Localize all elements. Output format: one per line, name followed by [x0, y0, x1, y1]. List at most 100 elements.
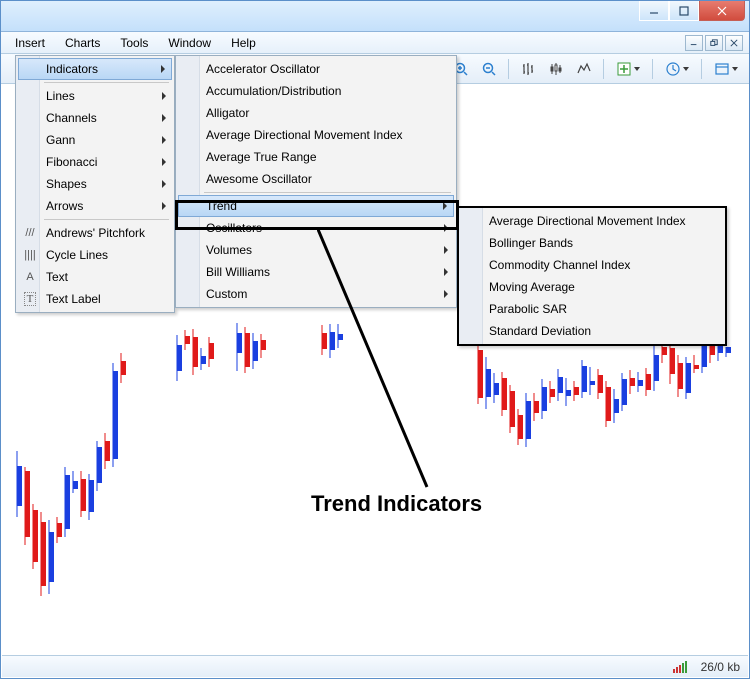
andrews-pitchfork-icon: /// — [22, 225, 38, 241]
menu-item-standard-deviation[interactable]: Standard Deviation — [461, 320, 723, 342]
chevron-down-icon — [683, 67, 689, 71]
menu-item-lines[interactable]: Lines — [18, 85, 172, 107]
menu-label: Trend — [206, 199, 237, 213]
menu-item-accumulation-distribution[interactable]: Accumulation/Distribution — [178, 80, 454, 102]
menu-item-indicators[interactable]: Indicators — [18, 58, 172, 80]
chevron-down-icon — [732, 67, 738, 71]
menu-label: Text — [46, 270, 68, 284]
menu-label: Parabolic SAR — [489, 302, 567, 316]
menu-label: Accumulation/Distribution — [206, 84, 341, 98]
zoom-out-button[interactable] — [477, 58, 501, 80]
menu-item-text-label[interactable]: TText Label — [18, 288, 172, 310]
menu-label: Bollinger Bands — [489, 236, 573, 250]
menu-item-awesome-oscillator[interactable]: Awesome Oscillator — [178, 168, 454, 190]
menu-label: Average Directional Movement Index — [206, 128, 403, 142]
chevron-right-icon — [162, 158, 166, 166]
trend-submenu: Average Directional Movement Index Bolli… — [457, 206, 727, 346]
templates-button[interactable] — [709, 58, 743, 80]
menu-item-fibonacci[interactable]: Fibonacci — [18, 151, 172, 173]
chevron-right-icon — [161, 65, 165, 73]
menu-label: Awesome Oscillator — [206, 172, 312, 186]
menu-separator — [44, 82, 169, 83]
menu-label: Indicators — [46, 62, 98, 76]
menu-item-parabolic-sar[interactable]: Parabolic SAR — [461, 298, 723, 320]
menu-label: Arrows — [46, 199, 83, 213]
menu-label: Moving Average — [489, 280, 575, 294]
menu-label: Commodity Channel Index — [489, 258, 630, 272]
menu-item-shapes[interactable]: Shapes — [18, 173, 172, 195]
menu-label: Gann — [46, 133, 75, 147]
menu-charts[interactable]: Charts — [55, 34, 110, 52]
menu-label: Standard Deviation — [489, 324, 591, 338]
periodicity-button[interactable] — [660, 58, 694, 80]
menu-item-bill-williams[interactable]: Bill Williams — [178, 261, 454, 283]
mdi-minimize-button[interactable] — [685, 35, 703, 51]
toolbar-separator — [701, 59, 702, 79]
menu-label: Fibonacci — [46, 155, 97, 169]
chevron-right-icon — [444, 246, 448, 254]
text-icon: A — [22, 269, 38, 285]
candle-chart-button[interactable] — [544, 58, 568, 80]
menu-label: Shapes — [46, 177, 87, 191]
menu-separator — [204, 192, 451, 193]
minimize-button[interactable] — [639, 1, 669, 21]
menu-item-oscillators[interactable]: Oscillators — [178, 217, 454, 239]
menu-help[interactable]: Help — [221, 34, 266, 52]
menu-label: Volumes — [206, 243, 252, 257]
toolbar-separator — [603, 59, 604, 79]
app-window: Insert Charts Tools Window Help — [0, 0, 750, 679]
maximize-button[interactable] — [669, 1, 699, 21]
line-chart-button[interactable] — [572, 58, 596, 80]
menu-item-text[interactable]: A Text — [18, 266, 172, 288]
menu-label: Channels — [46, 111, 97, 125]
menu-item-accelerator-oscillator[interactable]: Accelerator Oscillator — [178, 58, 454, 80]
menu-label: Average Directional Movement Index — [489, 214, 686, 228]
mdi-close-button[interactable] — [725, 35, 743, 51]
menu-label: Average True Range — [206, 150, 317, 164]
menu-window[interactable]: Window — [158, 34, 221, 52]
menu-label: Lines — [46, 89, 75, 103]
menu-label: Custom — [206, 287, 247, 301]
chevron-right-icon — [444, 224, 448, 232]
menu-item-admi[interactable]: Average Directional Movement Index — [178, 124, 454, 146]
connection-icon — [673, 661, 691, 673]
menu-item-atr[interactable]: Average True Range — [178, 146, 454, 168]
menu-item-alligator[interactable]: Alligator — [178, 102, 454, 124]
close-button[interactable] — [699, 1, 745, 21]
menu-item-moving-average[interactable]: Moving Average — [461, 276, 723, 298]
menu-item-channels[interactable]: Channels — [18, 107, 172, 129]
menu-insert[interactable]: Insert — [5, 34, 55, 52]
chevron-right-icon — [162, 114, 166, 122]
menu-item-trend[interactable]: Trend — [178, 195, 454, 217]
chevron-right-icon — [162, 136, 166, 144]
indicators-toolbar-button[interactable] — [611, 58, 645, 80]
menu-item-bollinger-bands[interactable]: Bollinger Bands — [461, 232, 723, 254]
menu-item-gann[interactable]: Gann — [18, 129, 172, 151]
bar-chart-button[interactable] — [516, 58, 540, 80]
menu-item-trend-admi[interactable]: Average Directional Movement Index — [461, 210, 723, 232]
menu-item-custom[interactable]: Custom — [178, 283, 454, 305]
mdi-restore-button[interactable] — [705, 35, 723, 51]
annotation-text: Trend Indicators — [311, 491, 482, 517]
menu-item-andrews-pitchfork[interactable]: /// Andrews' Pitchfork — [18, 222, 172, 244]
menu-tools[interactable]: Tools — [110, 34, 158, 52]
chevron-right-icon — [162, 180, 166, 188]
chevron-right-icon — [162, 202, 166, 210]
menu-item-arrows[interactable]: Arrows — [18, 195, 172, 217]
menubar: Insert Charts Tools Window Help — [1, 32, 749, 54]
chevron-right-icon — [444, 290, 448, 298]
toolbar-separator — [508, 59, 509, 79]
menu-label: Text Label — [46, 292, 101, 306]
menu-item-volumes[interactable]: Volumes — [178, 239, 454, 261]
cycle-lines-icon: |||| — [22, 247, 38, 263]
menu-item-commodity-channel-index[interactable]: Commodity Channel Index — [461, 254, 723, 276]
indicators-submenu: Accelerator Oscillator Accumulation/Dist… — [175, 55, 457, 308]
menu-label: Oscillators — [206, 221, 262, 235]
menu-label: Andrews' Pitchfork — [46, 226, 145, 240]
menu-label: Alligator — [206, 106, 249, 120]
menu-label: Cycle Lines — [46, 248, 108, 262]
toolbar-separator — [652, 59, 653, 79]
menu-item-cycle-lines[interactable]: |||| Cycle Lines — [18, 244, 172, 266]
status-kb: 26/0 kb — [701, 660, 740, 674]
chevron-down-icon — [634, 67, 640, 71]
